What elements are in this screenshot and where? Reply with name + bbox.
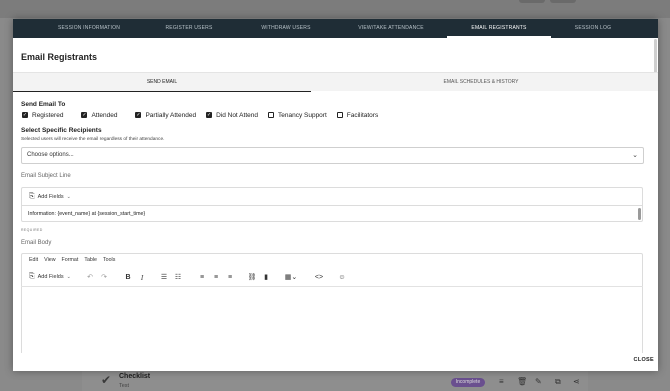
bookmark-icon[interactable]: ▮	[261, 272, 271, 284]
tab-withdraw-users[interactable]: WITHDRAW USERS	[241, 19, 331, 38]
checkbox-box[interactable]: ✓	[206, 112, 213, 118]
recipients-note: Selected users will receive the email re…	[21, 137, 165, 142]
checklist-subtitle: Test	[119, 383, 130, 389]
trash-icon: 🗑	[517, 377, 528, 386]
checkbox-box[interactable]: ✓	[22, 112, 28, 118]
email-subtabs: SEND EMAIL EMAIL SCHEDULES & HISTORY	[13, 72, 658, 92]
checklist-icon: ✔	[101, 373, 112, 387]
background-checklist-row	[82, 370, 588, 391]
subtab-send-email[interactable]: SEND EMAIL	[13, 73, 311, 92]
required-label: REQUIRED	[21, 228, 43, 232]
editor-menubar: Edit View Format Table Tools	[21, 253, 643, 267]
tab-register-users[interactable]: REGISTER USERS	[144, 19, 234, 38]
checkbox-attended[interactable]: ✓ Attended	[81, 112, 117, 119]
subject-scrollbar[interactable]	[638, 208, 641, 220]
tab-session-information[interactable]: SESSION INFORMATION	[43, 19, 135, 38]
copy-icon: ⧉	[555, 377, 561, 386]
checkbox-box[interactable]	[267, 112, 274, 118]
checkbox-box[interactable]	[336, 112, 343, 118]
emoji-icon[interactable]: ☺	[337, 272, 347, 284]
menu-edit[interactable]: Edit	[29, 257, 38, 263]
redo-icon[interactable]: ↷	[99, 272, 109, 284]
send-email-to-label: Send Email To	[21, 101, 66, 108]
align-center-icon[interactable]: ≡	[211, 272, 221, 284]
subject-label: Email Subject Line	[21, 173, 71, 179]
undo-icon[interactable]: ↶	[85, 272, 95, 284]
chevron-down-icon: ⌄	[66, 274, 71, 280]
bullet-list-icon[interactable]: ☷	[173, 272, 183, 284]
page-title: Email Registrants	[21, 52, 98, 62]
checkbox-label: Did Not Attend	[216, 111, 258, 119]
session-tabbar: SESSION INFORMATION REGISTER USERS WITHD…	[13, 19, 658, 38]
checkbox-label: Partially Attended	[145, 111, 197, 119]
status-badge: Incomplete	[451, 378, 485, 387]
checkbox-label: Tenancy Support	[277, 111, 327, 119]
close-button[interactable]: CLOSE	[634, 357, 654, 363]
add-fields-icon: ⎘	[29, 193, 35, 200]
tab-email-registrants[interactable]: EMAIL REGISTRANTS	[447, 19, 551, 38]
chevron-down-icon: ⌄	[632, 152, 638, 159]
edit-icon: ✎	[535, 377, 542, 386]
link-icon[interactable]: ⛓	[247, 272, 257, 284]
menu-tools[interactable]: Tools	[103, 257, 115, 263]
subject-value: Information: {event_name} at {session_st…	[28, 211, 146, 217]
menu-view[interactable]: View	[44, 257, 55, 263]
numbered-list-icon[interactable]: ☰	[159, 272, 169, 284]
checkbox-registered[interactable]: ✓ Registered	[22, 112, 63, 119]
checkbox-box[interactable]: ✓	[81, 112, 88, 118]
list-icon: ≡	[499, 377, 504, 386]
chevron-down-icon: ⌄	[66, 194, 71, 200]
tab-session-log[interactable]: SESSION LOG	[561, 19, 625, 38]
email-registrants-modal: SESSION INFORMATION REGISTER USERS WITHD…	[13, 19, 658, 371]
checkbox-label: Facilitators	[346, 111, 379, 119]
checkbox-did-not-attend[interactable]: ✓ Did Not Attend	[206, 112, 258, 119]
body-label: Email Body	[21, 240, 52, 246]
tab-view-take-attendance[interactable]: VIEW/TAKE ATTENDANCE	[343, 19, 439, 38]
checkbox-facilitators[interactable]: Facilitators	[336, 111, 379, 119]
checkbox-tenancy-support[interactable]: Tenancy Support	[267, 111, 327, 119]
editor-toolbar: ⎘ Add Fields ⌄ ↶ ↷ B I ☰ ☷ ≡ ≡ ≡ ⛓ ▮ ▦⌄ …	[21, 269, 643, 287]
select-recipients-label: Select Specific Recipients	[21, 127, 102, 134]
modal-footer: CLOSE	[13, 353, 658, 371]
table-icon[interactable]: ▦⌄	[283, 272, 299, 284]
background-top-button	[550, 0, 576, 3]
checkbox-label: Attended	[91, 111, 118, 119]
align-left-icon[interactable]: ≡	[197, 272, 207, 284]
recipients-placeholder: Choose options...	[27, 152, 74, 158]
share-icon: ⋖	[573, 377, 580, 386]
send-to-checkboxes: ✓ Registered ✓ Attended ✓ Partially Atte…	[22, 110, 388, 120]
add-fields-icon: ⎘	[29, 273, 35, 280]
checklist-title: Checklist	[119, 373, 151, 380]
italic-icon[interactable]: I	[137, 272, 147, 284]
add-fields-label: Add Fields	[37, 274, 64, 280]
bold-icon[interactable]: B	[123, 272, 133, 284]
align-right-icon[interactable]: ≡	[225, 272, 235, 284]
subject-add-fields-button[interactable]: ⎘ Add Fields ⌄	[29, 193, 71, 201]
checkbox-partially-attended[interactable]: ✓ Partially Attended	[135, 112, 196, 119]
checkbox-label: Registered	[32, 111, 64, 119]
subject-input[interactable]: Information: {event_name} at {session_st…	[21, 205, 643, 222]
subtab-email-schedules-history[interactable]: EMAIL SCHEDULES & HISTORY	[311, 73, 651, 92]
background-top-button	[519, 0, 545, 3]
menu-table[interactable]: Table	[84, 257, 97, 263]
menu-format[interactable]: Format	[62, 257, 79, 263]
recipients-select[interactable]: Choose options... ⌄	[21, 147, 644, 164]
code-icon[interactable]: <>	[313, 272, 325, 284]
body-add-fields-button[interactable]: ⎘ Add Fields ⌄	[29, 273, 71, 281]
checkbox-box[interactable]: ✓	[135, 112, 142, 118]
add-fields-label: Add Fields	[37, 194, 64, 200]
